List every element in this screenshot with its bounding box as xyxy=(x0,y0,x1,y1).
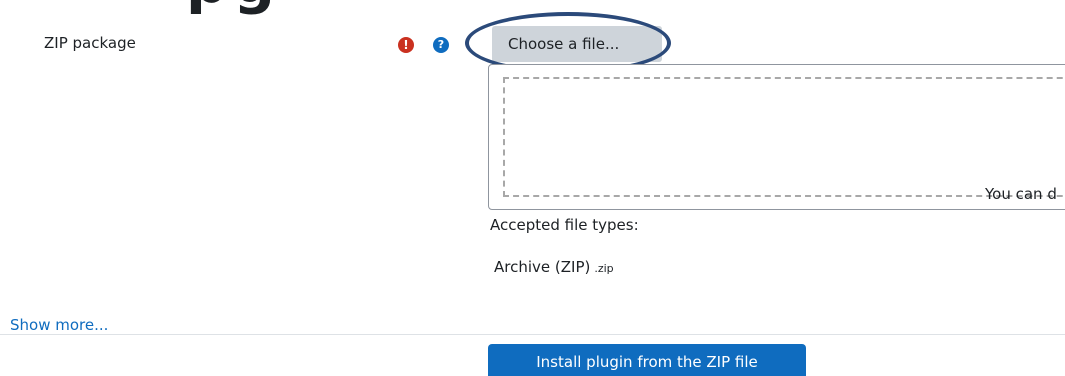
help-icon[interactable]: ? xyxy=(433,37,449,53)
file-drop-zone[interactable]: You can d xyxy=(503,77,1065,203)
accepted-file-types-label: Accepted file types: xyxy=(490,216,639,234)
page-heading: pg xyxy=(186,0,281,16)
file-type-item: Archive (ZIP) .zip xyxy=(494,258,614,276)
drop-hint-text: You can d xyxy=(985,185,1057,203)
install-plugin-form: pg ZIP package ! ? Choose a file... You … xyxy=(0,0,1065,376)
divider xyxy=(0,334,1065,335)
show-more-link[interactable]: Show more... xyxy=(10,316,108,334)
zip-package-label: ZIP package xyxy=(44,34,136,52)
choose-file-button[interactable]: Choose a file... xyxy=(492,26,662,62)
file-type-extension: .zip xyxy=(594,262,614,275)
file-manager-box[interactable]: You can d xyxy=(488,64,1065,210)
file-type-name: Archive (ZIP) xyxy=(494,258,591,276)
required-icon: ! xyxy=(398,37,414,53)
install-plugin-button[interactable]: Install plugin from the ZIP file xyxy=(488,344,806,376)
